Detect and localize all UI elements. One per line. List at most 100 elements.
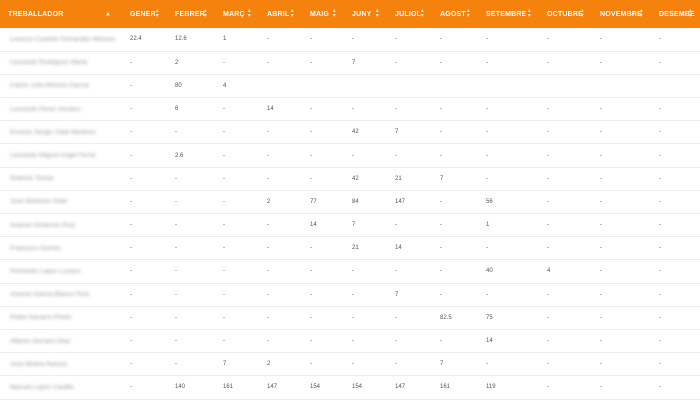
month-value-cell: 82.5 (440, 314, 452, 321)
sort-both-icon[interactable]: ▴ ▾ (640, 8, 643, 19)
sort-both-icon[interactable]: ▴ ▾ (689, 8, 692, 19)
column-header-setembre[interactable]: SETEMBRE ▴ ▾ (478, 0, 539, 28)
sort-both-icon[interactable]: ▴ ▾ (248, 8, 251, 19)
month-value-cell: 154 (352, 384, 363, 391)
month-value-cell: - (659, 338, 661, 345)
month-value-cell: 77 (310, 198, 317, 205)
month-value-cell: - (659, 268, 661, 275)
sort-both-icon[interactable]: ▴ ▾ (204, 8, 207, 19)
worker-name: Leonardo Perez Soriano (10, 105, 81, 113)
table-header: TREBALLADOR ▴ GENER ▴ ▾ FEBRER ▴ ▾ MARÇ ▴ ▾ ABRIL ▴ ▾… (0, 0, 700, 28)
month-value-cell: 7 (352, 59, 356, 66)
month-value-cell: - (175, 175, 177, 182)
month-value-cell: - (600, 222, 602, 229)
sort-both-icon[interactable]: ▴ ▾ (421, 8, 424, 19)
month-value-cell: - (486, 245, 488, 252)
month-value-cell: - (310, 361, 312, 368)
column-label: GENER (130, 10, 156, 18)
month-value-cell: 14 (310, 222, 317, 229)
sort-both-icon[interactable]: ▴ ▾ (156, 8, 159, 19)
month-value-cell (592, 74, 651, 97)
month-value-cell: - (547, 245, 549, 252)
month-value-cell: - (547, 106, 549, 113)
table-row: Carlos Julia Moreno Garcia - 80 4 (0, 74, 700, 98)
month-value-cell: - (486, 36, 488, 43)
column-header-juny[interactable]: JUNY ▴ ▾ (344, 0, 387, 28)
column-label: NOVEMBRE (600, 10, 643, 18)
column-header-octubre[interactable]: OCTUBRE ▴ ▾ (539, 0, 592, 28)
month-value-cell: 140 (175, 384, 186, 391)
month-value-cell: - (310, 106, 312, 113)
month-value-cell: - (310, 152, 312, 159)
month-value-cell: - (440, 106, 442, 113)
month-value-cell: 2 (267, 198, 271, 205)
sort-both-icon[interactable]: ▴ ▾ (333, 8, 336, 19)
table-row: Leonardo Perez Soriano - 6 - 14 - - - - - - - - (0, 98, 700, 121)
table-body: Lorenzo Castells Fernandez Moreno 22.4 12.… (0, 28, 700, 399)
column-header-mar[interactable]: MARÇ ▴ ▾ (215, 0, 259, 28)
month-value-cell: - (659, 245, 661, 252)
month-value-cell: - (223, 338, 225, 345)
month-value-cell: - (547, 129, 549, 136)
table-row: Joan Martinez Soler - - - 2 77 84 147 - 56 - - - (0, 190, 700, 214)
sort-both-icon[interactable]: ▴ ▾ (291, 8, 294, 19)
sort-both-icon[interactable]: ▴ ▾ (376, 8, 379, 19)
column-header-juliol[interactable]: JULIOL ▴ ▾ (387, 0, 432, 28)
month-value-cell: - (352, 338, 354, 345)
column-header-abril[interactable]: ABRIL ▴ ▾ (259, 0, 302, 28)
column-label: JULIOL (395, 10, 422, 18)
month-value-cell: - (395, 59, 397, 66)
worker-name-cell: Leonardo Perez Soriano (0, 98, 122, 121)
month-value-cell: - (440, 222, 442, 229)
table-row: Ernesto Sergio Vidal Martinez - - - - - 42 7 - - -… (0, 121, 700, 144)
month-value-cell: - (352, 291, 354, 298)
sort-both-icon[interactable]: ▴ ▾ (528, 8, 531, 19)
month-value-cell (259, 74, 302, 97)
worker-name-cell: Ernesto Sergio Vidal Martinez (0, 121, 122, 144)
month-value-cell: - (440, 129, 442, 136)
month-value-cell: 14 (267, 106, 274, 113)
month-value-cell: 147 (395, 384, 406, 391)
month-value-cell: - (547, 36, 549, 43)
column-header-gener[interactable]: GENER ▴ ▾ (122, 0, 167, 28)
month-value-cell: 119 (486, 384, 496, 391)
month-value-cell: 42 (352, 129, 359, 136)
sort-both-icon[interactable]: ▴ ▾ (467, 8, 470, 19)
worker-name: Jose Molina Ramos (10, 360, 68, 368)
month-value-cell: - (600, 268, 602, 275)
column-header-desembe[interactable]: DESEMBE ▴ ▾ (651, 0, 700, 28)
month-value-cell: - (659, 129, 661, 136)
month-value-cell: - (395, 36, 397, 43)
month-value-cell: - (223, 291, 225, 298)
month-value-cell: - (130, 291, 132, 298)
month-value-cell: - (352, 314, 354, 321)
table-row: Jose Molina Ramos - - 7 2 - - - 7 - - - - (0, 353, 700, 376)
sort-both-icon[interactable]: ▴ ▾ (581, 8, 584, 19)
month-value-cell: - (486, 152, 488, 159)
column-header-novembre[interactable]: NOVEMBRE ▴ ▾ (592, 0, 651, 28)
column-header-febrer[interactable]: FEBRER ▴ ▾ (167, 0, 215, 28)
column-header-treballador[interactable]: TREBALLADOR ▴ (0, 0, 122, 28)
month-value-cell: - (547, 152, 549, 159)
table-row: Manuel Lopez Castillo - 140 161 147 154 154 147… (0, 376, 700, 399)
workers-table: TREBALLADOR ▴ GENER ▴ ▾ FEBRER ▴ ▾ MARÇ ▴ ▾ ABRIL ▴ ▾… (0, 0, 700, 400)
month-value-cell: 147 (395, 198, 406, 205)
worker-name: Ernesto Sergio Vidal Martinez (10, 128, 96, 136)
month-value-cell: - (440, 338, 442, 345)
column-header-agost[interactable]: AGOST ▴ ▾ (432, 0, 478, 28)
column-header-maig[interactable]: MAIG ▴ ▾ (302, 0, 344, 28)
month-value-cell: 2 (175, 59, 179, 66)
worker-name: Antonio Gutierrez Ruiz (10, 221, 76, 229)
month-value-cell: - (440, 198, 442, 205)
month-value-cell: 84 (352, 198, 359, 205)
month-value-cell: - (547, 222, 549, 229)
month-value-cell: 22.4 (130, 36, 142, 43)
sort-up-icon[interactable]: ▴ (106, 11, 110, 18)
month-value-cell: - (659, 198, 661, 205)
month-value-cell: - (547, 291, 549, 298)
month-value-cell: - (352, 106, 354, 113)
month-value-cell: - (440, 291, 442, 298)
month-value-cell: - (175, 222, 177, 229)
month-value-cell: - (223, 268, 225, 275)
month-value-cell: - (223, 152, 225, 159)
